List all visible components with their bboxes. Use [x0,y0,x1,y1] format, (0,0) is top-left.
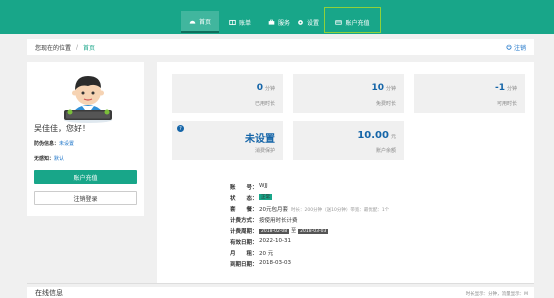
notice-info: 无感知：默认 [34,155,64,162]
breadcrumb-home[interactable]: 首页 [83,43,95,52]
notice-value[interactable]: 默认 [54,156,64,162]
period-to: 至 [291,228,297,234]
account-value: WJJ [259,183,268,189]
stat-label: 已用时长 [254,101,275,107]
logout-link[interactable]: 注销 [506,43,526,52]
notice-label: 无感知： [34,156,55,162]
stat-unit: 元 [390,134,396,140]
stat-value: 10.00 [357,130,389,141]
package-value: 20元包月套 [259,207,288,213]
greeting: 吴佳佳，您好！ [34,124,90,133]
package-note: 时长：200分钟（送10分钟）带宽：最优配：1个 [291,208,390,213]
online-info-panel: 在线信息 时长显示：分钟，流量显示：M [27,287,534,298]
stat-label: 免费时长 [375,101,396,107]
stat-available-time: -1 分钟 可用时长 [414,74,525,113]
billing-label: 计费方式： [230,218,258,224]
status-badge: 正常 [259,194,272,200]
stat-label: 账户余额 [375,148,396,154]
stat-free-time: 10 分钟 免费时长 [293,74,404,113]
logout-label: 注销 [513,44,526,52]
breadcrumb: 您现在的位置 / 首页 注销 [27,39,534,55]
security-label: 防伪信息： [34,141,60,147]
divider [27,283,534,284]
nav-settings[interactable]: 设置 [290,11,326,33]
period-end: 2018-03-03 [298,229,329,234]
dashboard-icon [189,20,196,24]
logout-button[interactable]: 注销登录 [34,191,137,205]
stat-value: -1 [494,83,505,93]
avatar [64,76,112,123]
stat-label: 消费保护 [254,148,275,154]
valid-label: 有效日期： [230,240,258,246]
due-value: 2018-03-03 [259,260,291,266]
stat-balance: 10.00 元 账户余额 [293,121,404,160]
bill-icon [229,19,236,25]
breadcrumb-separator: / [76,43,79,51]
recharge-button[interactable]: 账户充值 [34,170,137,184]
nav-highlight-box [324,7,381,33]
nav-bills-label: 账单 [238,19,251,27]
stat-value: 10 [371,83,384,93]
nav-home-label: 首页 [198,18,211,26]
billing-value: 按使用时长计费 [259,218,298,224]
status-label: 状 态： [230,196,258,202]
stat-unit: 分钟 [385,86,396,92]
stat-unit: 分钟 [506,86,517,92]
user-panel: 吴佳佳，您好！ 防伪信息：未设置 无感知：默认 账户充值 注销登录 [27,62,144,216]
help-icon[interactable]: ? [177,125,184,132]
stat-consumption-protection: ? 未设置 消费保护 [172,121,283,160]
nav-bills[interactable]: 账单 [222,11,258,33]
nav-home[interactable]: 首页 [181,11,219,33]
service-icon [268,19,275,25]
nav-settings-label: 设置 [306,19,319,27]
security-info: 防伪信息：未设置 [34,140,74,147]
stat-unit: 分钟 [264,86,275,92]
stat-label: 可用时长 [496,101,517,107]
period-start: 2018-02-08 [259,229,290,234]
power-icon [506,44,512,50]
account-label: 账 号： [230,185,258,191]
breadcrumb-location: 您现在的位置 [35,44,72,52]
top-nav: 首页 账单 服务 设置 账户充值 [0,0,554,34]
period-label: 计费周期： [230,229,258,235]
nav-service-label: 服务 [277,19,290,27]
stat-value: 0 [256,83,263,93]
monthly-label: 月 租： [230,251,258,257]
online-info-title: 在线信息 [35,289,63,297]
due-label: 到期日期： [230,262,258,268]
main-panel: 0 分钟 已用时长 10 分钟 免费时长 -1 分钟 可用时长 ? 未设置 消费保护 … [157,62,534,284]
security-value[interactable]: 未设置 [59,141,74,147]
monthly-value: 20 元 [259,251,274,257]
gear-icon [298,19,303,25]
stat-used-time: 0 分钟 已用时长 [172,74,283,113]
online-info-meta: 时长显示：分钟，流量显示：M [465,292,528,297]
stat-value: 未设置 [245,134,275,145]
valid-value: 2022-10-31 [259,238,291,244]
package-label: 套 餐： [230,207,258,213]
